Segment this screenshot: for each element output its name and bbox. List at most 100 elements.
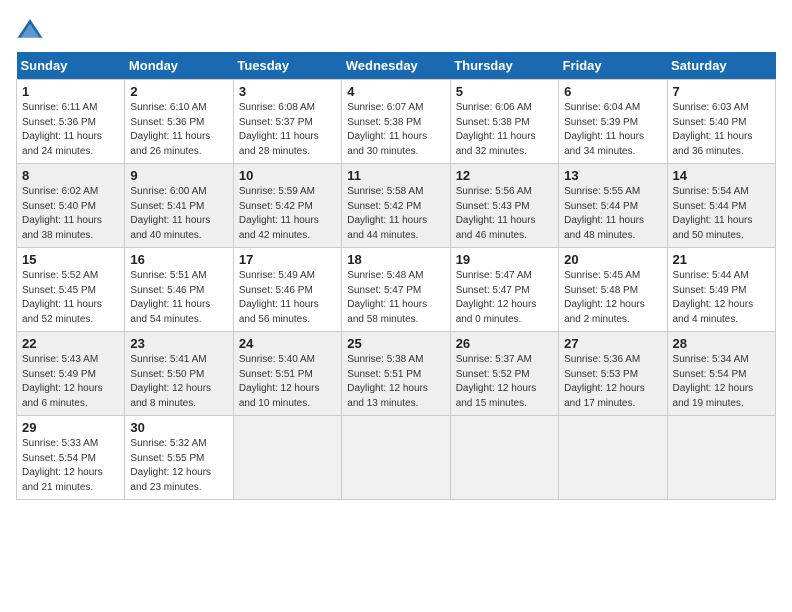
- day-info: Sunrise: 5:41 AM Sunset: 5:50 PM Dayligh…: [130, 353, 227, 411]
- sunrise-text: Sunrise: 6:00 AM: [130, 186, 206, 197]
- day-number: 6: [564, 84, 661, 99]
- day-number: 17: [239, 252, 336, 267]
- calendar-day-cell: 30 Sunrise: 5:32 AM Sunset: 5:55 PM Dayl…: [125, 416, 233, 500]
- calendar-day-cell: 28 Sunrise: 5:34 AM Sunset: 5:54 PM Dayl…: [667, 332, 775, 416]
- day-info: Sunrise: 6:00 AM Sunset: 5:41 PM Dayligh…: [130, 185, 227, 243]
- daylight-text: Daylight: 12 hours and 17 minutes.: [564, 383, 645, 409]
- day-number: 25: [347, 336, 444, 351]
- day-info: Sunrise: 5:56 AM Sunset: 5:43 PM Dayligh…: [456, 185, 553, 243]
- day-number: 9: [130, 168, 227, 183]
- day-info: Sunrise: 5:33 AM Sunset: 5:54 PM Dayligh…: [22, 437, 119, 495]
- day-info: Sunrise: 5:37 AM Sunset: 5:52 PM Dayligh…: [456, 353, 553, 411]
- calendar-day-cell: 25 Sunrise: 5:38 AM Sunset: 5:51 PM Dayl…: [342, 332, 450, 416]
- calendar-day-cell: 11 Sunrise: 5:58 AM Sunset: 5:42 PM Dayl…: [342, 164, 450, 248]
- calendar-day-cell: 7 Sunrise: 6:03 AM Sunset: 5:40 PM Dayli…: [667, 80, 775, 164]
- daylight-text: Daylight: 11 hours and 32 minutes.: [456, 131, 536, 157]
- sunset-text: Sunset: 5:46 PM: [130, 285, 204, 296]
- sunrise-text: Sunrise: 5:45 AM: [564, 270, 640, 281]
- day-info: Sunrise: 6:07 AM Sunset: 5:38 PM Dayligh…: [347, 101, 444, 159]
- day-number: 20: [564, 252, 661, 267]
- sunrise-text: Sunrise: 5:43 AM: [22, 354, 98, 365]
- sunrise-text: Sunrise: 5:47 AM: [456, 270, 532, 281]
- sunset-text: Sunset: 5:38 PM: [456, 117, 530, 128]
- sunrise-text: Sunrise: 6:03 AM: [673, 102, 749, 113]
- calendar-day-cell: 4 Sunrise: 6:07 AM Sunset: 5:38 PM Dayli…: [342, 80, 450, 164]
- sunrise-text: Sunrise: 5:51 AM: [130, 270, 206, 281]
- sunset-text: Sunset: 5:37 PM: [239, 117, 313, 128]
- sunset-text: Sunset: 5:40 PM: [22, 201, 96, 212]
- day-number: 29: [22, 420, 119, 435]
- weekday-header: Sunday: [17, 52, 125, 80]
- daylight-text: Daylight: 11 hours and 34 minutes.: [564, 131, 644, 157]
- day-number: 28: [673, 336, 770, 351]
- calendar-day-cell: 23 Sunrise: 5:41 AM Sunset: 5:50 PM Dayl…: [125, 332, 233, 416]
- day-number: 11: [347, 168, 444, 183]
- calendar-day-cell: 14 Sunrise: 5:54 AM Sunset: 5:44 PM Dayl…: [667, 164, 775, 248]
- calendar-day-cell: 20 Sunrise: 5:45 AM Sunset: 5:48 PM Dayl…: [559, 248, 667, 332]
- calendar-day-cell: 1 Sunrise: 6:11 AM Sunset: 5:36 PM Dayli…: [17, 80, 125, 164]
- sunrise-text: Sunrise: 6:10 AM: [130, 102, 206, 113]
- daylight-text: Daylight: 11 hours and 52 minutes.: [22, 299, 102, 325]
- sunset-text: Sunset: 5:40 PM: [673, 117, 747, 128]
- daylight-text: Daylight: 12 hours and 4 minutes.: [673, 299, 754, 325]
- day-number: 1: [22, 84, 119, 99]
- sunset-text: Sunset: 5:51 PM: [347, 369, 421, 380]
- daylight-text: Daylight: 12 hours and 13 minutes.: [347, 383, 428, 409]
- sunrise-text: Sunrise: 6:04 AM: [564, 102, 640, 113]
- day-info: Sunrise: 5:45 AM Sunset: 5:48 PM Dayligh…: [564, 269, 661, 327]
- day-number: 19: [456, 252, 553, 267]
- daylight-text: Daylight: 11 hours and 46 minutes.: [456, 215, 536, 241]
- day-number: 4: [347, 84, 444, 99]
- sunset-text: Sunset: 5:44 PM: [673, 201, 747, 212]
- sunrise-text: Sunrise: 5:36 AM: [564, 354, 640, 365]
- calendar-week-row: 29 Sunrise: 5:33 AM Sunset: 5:54 PM Dayl…: [17, 416, 776, 500]
- sunrise-text: Sunrise: 5:33 AM: [22, 438, 98, 449]
- sunset-text: Sunset: 5:54 PM: [22, 453, 96, 464]
- day-info: Sunrise: 5:58 AM Sunset: 5:42 PM Dayligh…: [347, 185, 444, 243]
- sunset-text: Sunset: 5:39 PM: [564, 117, 638, 128]
- daylight-text: Daylight: 11 hours and 26 minutes.: [130, 131, 210, 157]
- sunrise-text: Sunrise: 5:48 AM: [347, 270, 423, 281]
- day-info: Sunrise: 5:55 AM Sunset: 5:44 PM Dayligh…: [564, 185, 661, 243]
- day-info: Sunrise: 5:47 AM Sunset: 5:47 PM Dayligh…: [456, 269, 553, 327]
- day-number: 24: [239, 336, 336, 351]
- sunrise-text: Sunrise: 5:55 AM: [564, 186, 640, 197]
- day-info: Sunrise: 6:06 AM Sunset: 5:38 PM Dayligh…: [456, 101, 553, 159]
- calendar-day-cell: [667, 416, 775, 500]
- sunset-text: Sunset: 5:45 PM: [22, 285, 96, 296]
- sunset-text: Sunset: 5:41 PM: [130, 201, 204, 212]
- sunrise-text: Sunrise: 5:37 AM: [456, 354, 532, 365]
- day-info: Sunrise: 5:32 AM Sunset: 5:55 PM Dayligh…: [130, 437, 227, 495]
- daylight-text: Daylight: 11 hours and 30 minutes.: [347, 131, 427, 157]
- calendar-day-cell: 18 Sunrise: 5:48 AM Sunset: 5:47 PM Dayl…: [342, 248, 450, 332]
- logo-icon: [16, 16, 44, 44]
- day-info: Sunrise: 5:52 AM Sunset: 5:45 PM Dayligh…: [22, 269, 119, 327]
- calendar-week-row: 15 Sunrise: 5:52 AM Sunset: 5:45 PM Dayl…: [17, 248, 776, 332]
- sunrise-text: Sunrise: 5:49 AM: [239, 270, 315, 281]
- daylight-text: Daylight: 11 hours and 36 minutes.: [673, 131, 753, 157]
- sunrise-text: Sunrise: 5:41 AM: [130, 354, 206, 365]
- sunrise-text: Sunrise: 5:32 AM: [130, 438, 206, 449]
- daylight-text: Daylight: 11 hours and 44 minutes.: [347, 215, 427, 241]
- day-number: 16: [130, 252, 227, 267]
- calendar-day-cell: 16 Sunrise: 5:51 AM Sunset: 5:46 PM Dayl…: [125, 248, 233, 332]
- sunrise-text: Sunrise: 5:59 AM: [239, 186, 315, 197]
- sunrise-text: Sunrise: 5:44 AM: [673, 270, 749, 281]
- calendar-day-cell: 15 Sunrise: 5:52 AM Sunset: 5:45 PM Dayl…: [17, 248, 125, 332]
- daylight-text: Daylight: 11 hours and 54 minutes.: [130, 299, 210, 325]
- day-number: 12: [456, 168, 553, 183]
- calendar-day-cell: 2 Sunrise: 6:10 AM Sunset: 5:36 PM Dayli…: [125, 80, 233, 164]
- sunset-text: Sunset: 5:47 PM: [347, 285, 421, 296]
- daylight-text: Daylight: 11 hours and 28 minutes.: [239, 131, 319, 157]
- daylight-text: Daylight: 12 hours and 10 minutes.: [239, 383, 320, 409]
- day-info: Sunrise: 5:51 AM Sunset: 5:46 PM Dayligh…: [130, 269, 227, 327]
- sunrise-text: Sunrise: 5:54 AM: [673, 186, 749, 197]
- day-number: 5: [456, 84, 553, 99]
- sunrise-text: Sunrise: 6:08 AM: [239, 102, 315, 113]
- sunset-text: Sunset: 5:49 PM: [673, 285, 747, 296]
- day-number: 26: [456, 336, 553, 351]
- sunset-text: Sunset: 5:51 PM: [239, 369, 313, 380]
- daylight-text: Daylight: 11 hours and 40 minutes.: [130, 215, 210, 241]
- weekday-header: Wednesday: [342, 52, 450, 80]
- day-number: 7: [673, 84, 770, 99]
